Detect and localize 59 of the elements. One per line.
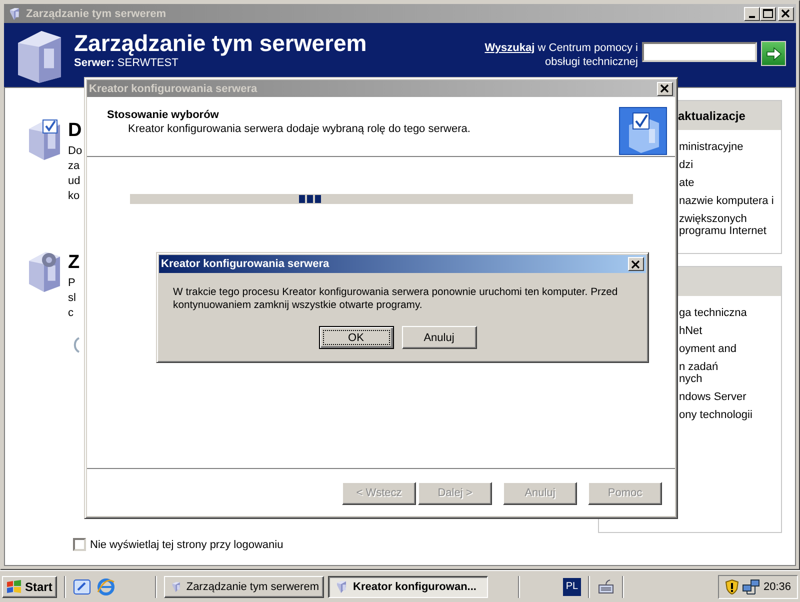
checkbox[interactable] bbox=[73, 538, 86, 551]
taskbar-button[interactable]: Kreator konfigurowan... bbox=[328, 576, 488, 598]
dialog-title: Kreator konfigurowania serwera bbox=[161, 258, 330, 270]
panel-link[interactable]: ate bbox=[679, 177, 694, 189]
search-label: Wyszukaj w Centrum pomocy i obsługi technicznej bbox=[484, 41, 638, 69]
dialog-button[interactable]: Anuluj bbox=[402, 326, 476, 349]
browser-icon[interactable] bbox=[97, 578, 115, 596]
close-button[interactable] bbox=[778, 6, 794, 20]
window-title: Kreator konfigurowania serwera bbox=[89, 82, 258, 94]
panel-link[interactable]: zwiększonych programu Internet bbox=[679, 213, 766, 237]
dialog-message: W trakcie tego procesu Kreator konfigurowania serwera ponownie uruchomi ten komputer. Przed kontynuowaniem zamknij wszystkie otwarte programy. bbox=[172, 286, 619, 312]
panel-link[interactable]: dzi bbox=[679, 159, 694, 171]
keyboard-icon[interactable] bbox=[597, 578, 615, 594]
step-title: Stosowanie wyborów bbox=[107, 109, 220, 121]
panel-heading: aktualizacje bbox=[678, 108, 746, 122]
step-description: Kreator konfigurowania serwera dodaje wybraną rolę do tego serwera. bbox=[127, 123, 470, 135]
close-button[interactable] bbox=[628, 257, 644, 271]
language-indicator[interactable]: PL bbox=[563, 578, 581, 596]
minimize-button[interactable] bbox=[744, 6, 760, 20]
section-text: Do bbox=[68, 144, 82, 159]
panel-link[interactable]: nazwie komputera i bbox=[679, 195, 774, 207]
maximize-button[interactable] bbox=[760, 6, 776, 20]
go-button[interactable] bbox=[761, 41, 786, 66]
close-icon bbox=[660, 84, 670, 93]
panel-link[interactable]: oyment and bbox=[679, 343, 736, 355]
close-icon bbox=[631, 260, 641, 268]
section-text: c bbox=[68, 306, 74, 321]
panel-link[interactable]: hNet bbox=[679, 325, 702, 337]
section-text: ko bbox=[68, 189, 81, 204]
clock: 20:36 bbox=[763, 580, 791, 592]
section-text: sl bbox=[68, 291, 77, 306]
task-label: Zarządzanie tym serwerem bbox=[186, 580, 319, 592]
panel-link[interactable]: ndows Server bbox=[679, 391, 746, 403]
panel-link[interactable]: ony technologii bbox=[679, 409, 752, 421]
minimize-icon bbox=[749, 16, 755, 18]
close-button[interactable] bbox=[657, 82, 673, 96]
section-text: za bbox=[68, 159, 81, 174]
checkbox-label: Nie wyświetlaj tej strony przy logowaniu bbox=[90, 538, 284, 550]
network-icon[interactable] bbox=[742, 578, 760, 594]
shield-icon[interactable] bbox=[725, 578, 739, 594]
section-heading: D bbox=[68, 119, 82, 143]
windows-flag-icon bbox=[6, 580, 22, 594]
panel-link[interactable]: ga techniczna bbox=[679, 307, 747, 319]
panel-link[interactable]: ministracyjne bbox=[679, 141, 744, 153]
section-heading: Z bbox=[68, 251, 80, 275]
start-button[interactable]: Start bbox=[2, 576, 57, 598]
arrow-icon bbox=[766, 46, 782, 60]
section-text: ud bbox=[68, 174, 82, 189]
taskbar-button[interactable]: Zarządzanie tym serwerem bbox=[164, 576, 324, 598]
page-title: Zarządzanie tym serwerem bbox=[74, 29, 368, 57]
server-name: Serwer: SERWTEST bbox=[74, 57, 180, 69]
section-text: P bbox=[68, 276, 76, 291]
window-title: Zarządzanie tym serwerem bbox=[26, 8, 168, 20]
search-field[interactable] bbox=[642, 42, 757, 62]
close-icon bbox=[781, 9, 791, 18]
task-label: Kreator konfigurowan... bbox=[353, 580, 476, 592]
maximize-icon bbox=[763, 9, 773, 18]
dialog-button[interactable]: OK bbox=[318, 326, 394, 349]
panel-link[interactable]: n zadań nych bbox=[679, 361, 718, 385]
